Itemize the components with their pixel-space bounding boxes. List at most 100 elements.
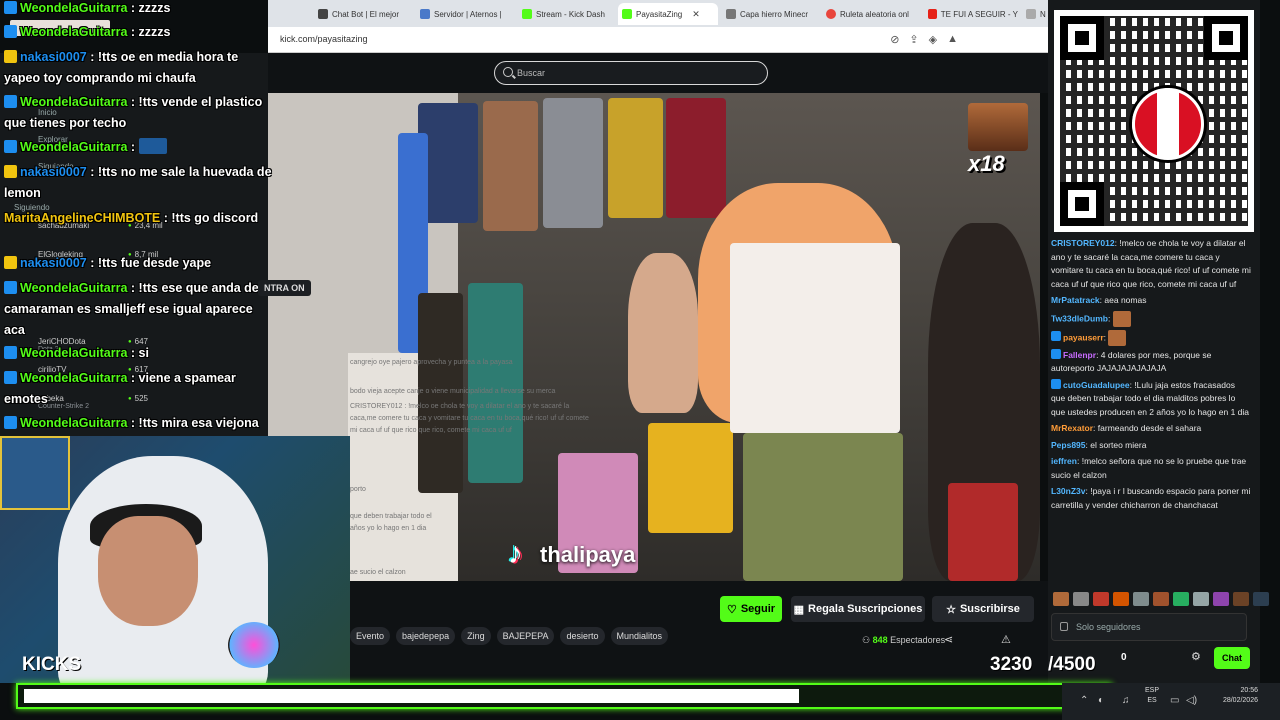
emote-icon[interactable] bbox=[1053, 592, 1069, 606]
stream-info-bar: ♡ Seguir ▦ Regala Suscripciones ☆ Suscribir… bbox=[350, 581, 1048, 683]
tag[interactable]: desierto bbox=[560, 627, 605, 645]
browser-tab[interactable]: Capa hierro Minecr bbox=[726, 3, 814, 25]
emote-icon[interactable] bbox=[1233, 592, 1249, 606]
garment bbox=[468, 283, 523, 483]
overlay-chat-message: nakasi0007 : !tts fue desde yape bbox=[4, 253, 274, 274]
tab-favicon-icon bbox=[522, 9, 532, 19]
emote-icon[interactable] bbox=[1153, 592, 1169, 606]
close-tab-icon[interactable]: ✕ bbox=[692, 9, 700, 20]
search-icon bbox=[503, 67, 513, 77]
follow-button[interactable]: ♡ Seguir bbox=[720, 596, 782, 622]
crown-badge-icon bbox=[4, 256, 17, 269]
emote-icon[interactable] bbox=[1253, 592, 1269, 606]
browser-tab[interactable]: Ruleta aleatoria onl bbox=[826, 3, 916, 25]
tab-favicon-icon bbox=[826, 9, 836, 19]
green-skirt bbox=[743, 433, 903, 581]
browser-tab-active[interactable]: PayasitaZing ✕ bbox=[618, 3, 718, 25]
browser-tab[interactable]: Stream - Kick Dash bbox=[522, 3, 608, 25]
sticker-image bbox=[0, 436, 70, 510]
garment bbox=[648, 423, 733, 533]
address-bar[interactable]: kick.com/payasitazing ⊘ ⇪ ◈ ▲ bbox=[268, 27, 1048, 53]
webcam-overlay: KICKS bbox=[0, 436, 350, 683]
warning-icon[interactable]: ▲ bbox=[947, 33, 958, 46]
badge-icon bbox=[4, 1, 17, 14]
verified-badge-icon bbox=[1051, 348, 1061, 359]
emote-icon[interactable] bbox=[1133, 592, 1149, 606]
emote-icon[interactable] bbox=[1213, 592, 1229, 606]
subscribe-button[interactable]: ☆ Suscribirse bbox=[932, 596, 1034, 622]
system-tray: ⌃ ◐ ♫ ESP ES ▭ ◁) 20:56 28/02/2026 bbox=[1062, 683, 1280, 720]
gift-subs-button[interactable]: ▦ Regala Suscripciones bbox=[791, 596, 925, 622]
chevron-up-icon[interactable]: ⌃ bbox=[1080, 695, 1088, 706]
tag[interactable]: Evento bbox=[350, 627, 391, 645]
emote-icon[interactable] bbox=[1193, 592, 1209, 606]
search-input[interactable]: Buscar bbox=[494, 61, 768, 85]
browser-tab[interactable]: N bbox=[1026, 3, 1048, 25]
microphone-icon[interactable]: ♫ bbox=[1122, 695, 1130, 706]
chat-messages: CRISTOREY012: !melco oe chola te voy a d… bbox=[1051, 237, 1251, 515]
clock[interactable]: 20:56 28/02/2026 bbox=[1208, 686, 1258, 706]
emote-icon bbox=[1108, 329, 1127, 346]
emote-icon[interactable] bbox=[1093, 592, 1109, 606]
badge-icon bbox=[4, 281, 17, 294]
lock-icon bbox=[1060, 622, 1068, 631]
chat-message: MrPatatrack: aea nomas bbox=[1051, 295, 1147, 305]
tag[interactable]: bajedepepa bbox=[396, 627, 456, 645]
url-text[interactable]: kick.com/payasitazing bbox=[280, 34, 368, 44]
white-top bbox=[730, 243, 900, 433]
speaker-icon[interactable]: ◁) bbox=[1186, 695, 1197, 706]
extension-icon[interactable]: ◈ bbox=[929, 33, 937, 46]
gear-icon[interactable]: ⚙ bbox=[1191, 650, 1201, 663]
camera-off-icon[interactable]: ⊘ bbox=[890, 33, 899, 46]
overlay-chat-message: WeondelaGuitarra : si bbox=[4, 343, 274, 364]
heart-icon: ♡ bbox=[726, 603, 737, 616]
report-icon[interactable]: ⚠ bbox=[1001, 633, 1011, 646]
overlay-chat-message: nakasi0007 : !tts oe en media hora te ya… bbox=[4, 50, 239, 85]
overlay-chat-message: nakasi0007 : !tts no me sale la huevada … bbox=[4, 165, 272, 200]
network-icon[interactable]: ◐ bbox=[1098, 695, 1104, 706]
crown-badge-icon bbox=[4, 165, 17, 178]
emote-icon bbox=[1112, 310, 1131, 327]
overlay-chat-message: MaritaAngelineCHIMBOTE : !tts go discord bbox=[4, 211, 259, 225]
browser-tab[interactable]: TE FUI A SEGUIR - Y bbox=[928, 3, 1018, 25]
input-language[interactable]: ESP ES bbox=[1145, 686, 1159, 706]
tag[interactable]: Zing bbox=[461, 627, 491, 645]
emote-icon[interactable] bbox=[1173, 592, 1189, 606]
faded-chat-line: caca,me comere tu caca y vomitare tu cac… bbox=[350, 415, 589, 422]
browser-tab[interactable]: Servidor | Aternos | bbox=[420, 3, 510, 25]
overlay-chat-message: WeondelaGuitarra : bbox=[4, 137, 274, 158]
garment bbox=[608, 98, 663, 218]
faded-chat-line: que deben trabajar todo el bbox=[350, 513, 432, 520]
chat-message: MrRexator: farmeando desde el sahara bbox=[1051, 423, 1202, 433]
search-placeholder: Buscar bbox=[517, 68, 546, 78]
garment bbox=[483, 101, 538, 231]
tiktok-username: thalipaya bbox=[540, 542, 636, 567]
tag[interactable]: Mundialitos bbox=[610, 627, 669, 645]
browser-tab[interactable]: Chat Bot | El mejor bbox=[318, 3, 404, 25]
tag[interactable]: BAJEPEPA bbox=[496, 627, 555, 645]
kick-header: Buscar bbox=[268, 53, 1048, 93]
chat-panel: CRISTOREY012: !melco oe chola te voy a d… bbox=[1048, 0, 1269, 683]
chat-input[interactable]: Solo seguidores bbox=[1051, 613, 1247, 641]
tiktok-icon bbox=[506, 537, 532, 571]
faded-chat-line: mi caca uf uf que rico que rico, comete … bbox=[350, 427, 512, 434]
overlay-chat-message: WeondelaGuitarra : zzzzs bbox=[4, 22, 274, 43]
share-icon[interactable]: ⇪ bbox=[909, 33, 918, 46]
emote-icon[interactable] bbox=[1073, 592, 1089, 606]
tab-favicon-icon bbox=[928, 9, 937, 19]
stream-tags: Evento bajedepepa Zing BAJEPEPA desierto… bbox=[350, 627, 669, 645]
laughing-face-icon bbox=[968, 103, 1028, 151]
x18-label: x18 bbox=[968, 151, 1005, 176]
display-icon[interactable]: ▭ bbox=[1170, 695, 1179, 706]
faded-chat-line: CRISTOREY012 : !melco oe chola te voy a … bbox=[350, 403, 570, 410]
emote-icon[interactable] bbox=[1113, 592, 1129, 606]
send-chat-button[interactable]: Chat bbox=[1214, 647, 1250, 669]
video-player[interactable]: x18 cangrejo oye pajero aprovecha y punt… bbox=[268, 93, 1040, 581]
kicks-label: KICKS bbox=[22, 654, 82, 675]
qr-finder-pattern bbox=[1204, 16, 1248, 60]
faded-chat-line: bodo vieja acepte canje o viene municipa… bbox=[350, 388, 556, 395]
share-icon[interactable]: ⋖ bbox=[944, 633, 953, 646]
gift-icon: ▦ bbox=[793, 603, 805, 616]
tiktok-watermark: thalipaya bbox=[506, 535, 635, 575]
streamer-face bbox=[98, 516, 198, 626]
